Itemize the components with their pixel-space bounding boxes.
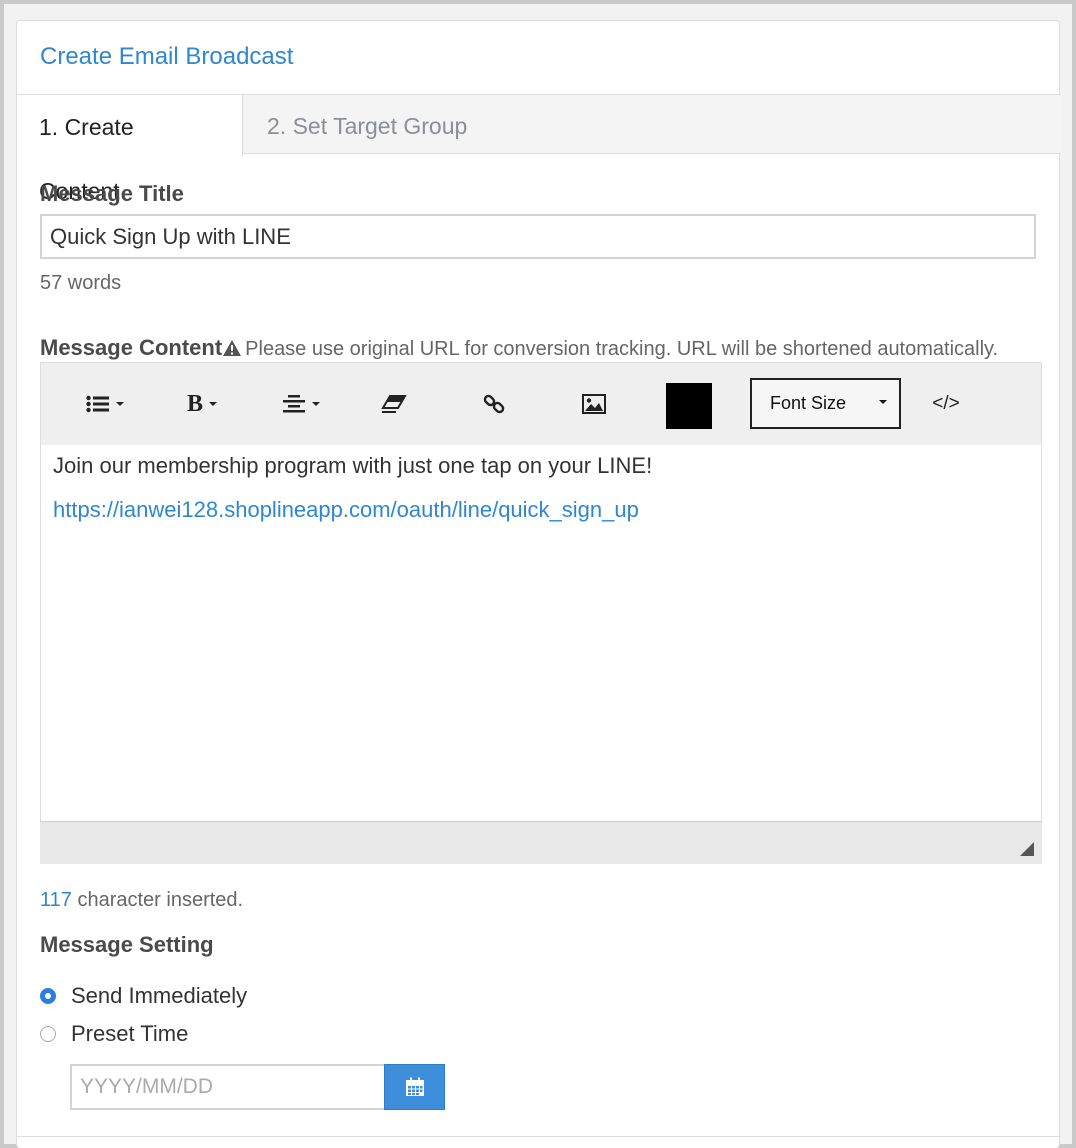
create-email-broadcast-panel: Create Email Broadcast 1. Create Content…: [16, 20, 1061, 1148]
paragraph-align-dropdown-button[interactable]: [273, 377, 329, 431]
resize-handle-icon[interactable]: [1020, 842, 1034, 856]
message-title-label: Message Title: [40, 181, 184, 206]
radio-label: Preset Time: [71, 1021, 189, 1046]
word-count: 57 words: [40, 272, 122, 294]
code-view-icon: </>: [932, 393, 960, 414]
radio-preset-time[interactable]: Preset Time: [40, 1021, 188, 1047]
code-view-button[interactable]: </>: [921, 377, 971, 431]
tab-bar: 1. Create Content 2. Set Target Group: [17, 94, 1061, 204]
panel-title: Create Email Broadcast: [40, 43, 294, 70]
font-size-dropdown[interactable]: Font Size: [750, 378, 901, 429]
editor-toolbar: B Font Size </>: [41, 363, 1041, 445]
bold-icon: B: [186, 390, 203, 417]
link-icon: [483, 394, 505, 414]
radio-button-unchecked[interactable]: [40, 1026, 56, 1042]
character-count-suffix: character inserted.: [71, 889, 244, 911]
font-color-swatch[interactable]: [666, 383, 712, 429]
insert-image-button[interactable]: [571, 377, 617, 431]
content-paragraph: Join our membership program with just on…: [53, 453, 653, 478]
radio-label: Send Immediately: [71, 983, 248, 1008]
character-count-number: 117: [40, 889, 72, 911]
divider: [17, 1136, 1061, 1137]
tab-set-target-group[interactable]: 2. Set Target Group: [245, 94, 489, 155]
eraser-icon: [381, 395, 407, 413]
align-center-icon: [283, 395, 305, 413]
list-icon: [86, 395, 109, 413]
rich-text-editor: B Font Size </> Join our membership prog…: [40, 362, 1042, 864]
insert-link-button[interactable]: [471, 377, 517, 431]
message-setting-label: Message Setting: [40, 932, 214, 957]
chevron-down-icon: [312, 402, 320, 406]
radio-send-immediately[interactable]: Send Immediately: [40, 983, 247, 1009]
chevron-down-icon: [879, 400, 887, 404]
tab-create-content[interactable]: 1. Create Content: [17, 94, 243, 204]
calendar-icon: [405, 1077, 424, 1096]
image-icon: [582, 394, 606, 414]
clear-format-button[interactable]: [371, 377, 417, 431]
character-count: 117 character inserted.: [40, 889, 243, 912]
calendar-button[interactable]: [384, 1064, 445, 1110]
message-title-input[interactable]: Quick Sign Up with LINE: [40, 214, 1036, 259]
url-warning-text: Please use original URL for conversion t…: [245, 338, 999, 360]
editor-statusbar: [40, 821, 1042, 864]
chevron-down-icon: [209, 402, 217, 406]
content-link[interactable]: https://ianwei128.shoplineapp.com/oauth/…: [53, 497, 639, 522]
bold-dropdown-button[interactable]: B: [177, 377, 227, 431]
editor-content-area[interactable]: Join our membership program with just on…: [41, 445, 1041, 821]
warning-icon: [223, 340, 242, 356]
message-content-header: Message Content Please use original URL f…: [40, 335, 998, 361]
font-size-label: Font Size: [770, 393, 847, 413]
chevron-down-icon: [116, 402, 124, 406]
message-content-label: Message Content: [40, 335, 223, 360]
window-frame: Create Email Broadcast 1. Create Content…: [4, 4, 1072, 1148]
list-dropdown-button[interactable]: [75, 377, 135, 431]
radio-button-checked[interactable]: [40, 988, 56, 1004]
date-input[interactable]: YYYY/MM/DD: [70, 1064, 386, 1110]
